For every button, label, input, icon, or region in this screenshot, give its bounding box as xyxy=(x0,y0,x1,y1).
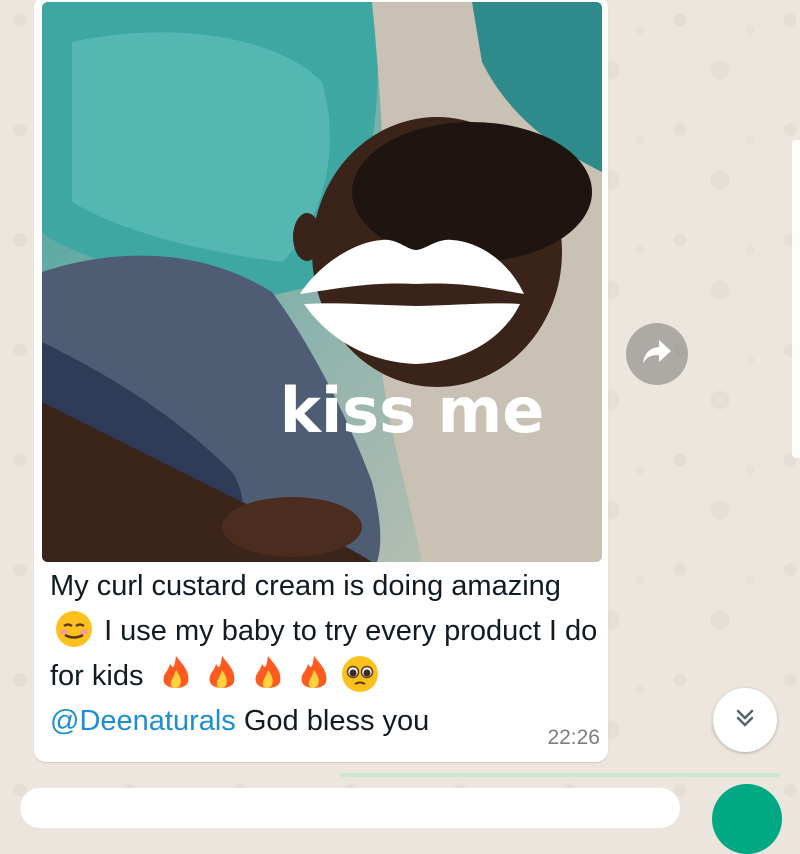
double-chevron-down-icon xyxy=(733,706,757,735)
smiling-face-emoji xyxy=(52,609,96,649)
forward-arrow-icon xyxy=(641,338,673,371)
message-photo[interactable]: kiss me xyxy=(42,2,602,562)
forward-button[interactable] xyxy=(626,323,688,385)
message-bubble[interactable]: kiss me My curl custard cream is doing a… xyxy=(34,0,608,762)
fire-emoji xyxy=(246,654,290,694)
scroll-to-bottom-button[interactable] xyxy=(713,688,777,752)
mention-link[interactable]: @Deenaturals xyxy=(50,705,236,737)
fire-emoji xyxy=(200,654,244,694)
caption-text-3: God bless you xyxy=(243,705,430,737)
pleading-face-emoji xyxy=(338,654,382,694)
scrollbar[interactable] xyxy=(792,140,800,458)
kiss-me-overlay: kiss me xyxy=(280,374,545,447)
caption-text-1: My curl custard cream is doing amazing xyxy=(50,570,561,602)
message-input[interactable] xyxy=(20,788,680,828)
next-message-edge xyxy=(340,773,780,777)
message-caption: My curl custard cream is doing amazing I… xyxy=(50,564,598,744)
photo-image: kiss me xyxy=(42,2,602,562)
send-button[interactable] xyxy=(712,784,782,854)
message-timestamp: 22:26 xyxy=(547,726,600,749)
fire-emoji xyxy=(154,654,198,694)
fire-emoji xyxy=(292,654,336,694)
